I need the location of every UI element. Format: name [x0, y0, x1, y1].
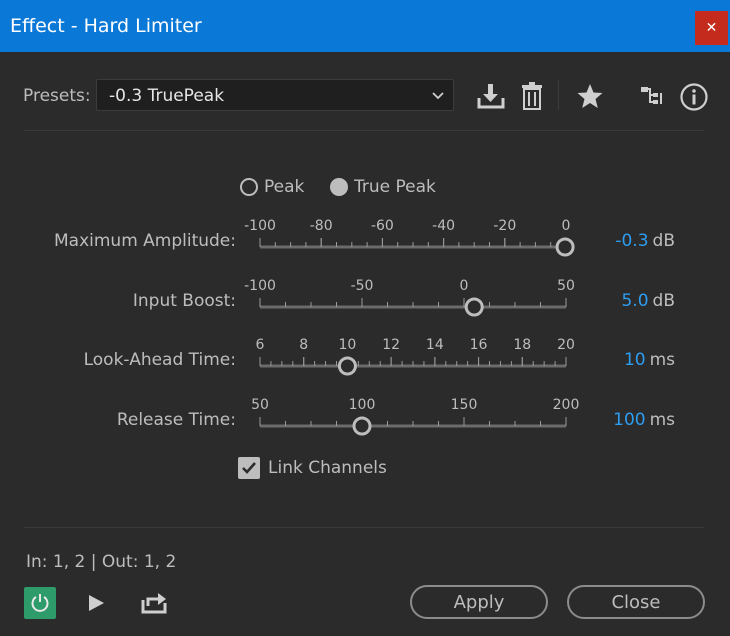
delete-preset-icon[interactable] [520, 81, 544, 111]
toolbar-divider [558, 80, 559, 110]
io-channels-text: In: 1, 2 | Out: 1, 2 [26, 552, 177, 572]
close-icon: ✕ [705, 20, 718, 36]
input-boost-slider[interactable]: -100 -50 0 50 [244, 278, 575, 338]
presets-label: Presets: [23, 86, 91, 106]
look-ahead-time-readout: 10 ms [535, 350, 675, 370]
footer-divider [24, 527, 704, 528]
preset-value: -0.3 TruePeak [109, 86, 225, 106]
info-icon[interactable] [679, 82, 709, 112]
maximum-amplitude-value[interactable]: -0.3 [615, 231, 648, 251]
slider-track-graphic [259, 416, 567, 436]
slider-track-graphic [259, 297, 567, 317]
look-ahead-time-value[interactable]: 10 [624, 350, 646, 370]
peak-label: Peak [264, 177, 305, 197]
header-divider [24, 130, 704, 131]
input-boost-value[interactable]: 5.0 [621, 291, 648, 311]
close-button[interactable]: Close [567, 585, 705, 619]
maximum-amplitude-slider[interactable]: -100 -80 -60 -40 -20 0 [244, 218, 575, 278]
slider-thumb[interactable] [337, 356, 357, 376]
checkbox-checked-icon [238, 457, 260, 479]
look-ahead-time-label: Look-Ahead Time: [83, 350, 236, 370]
release-time-value[interactable]: 100 [613, 410, 645, 430]
link-channels-label: Link Channels [268, 458, 387, 478]
window-close-button[interactable]: ✕ [695, 11, 728, 45]
chevron-down-icon [432, 92, 444, 100]
look-ahead-time-slider[interactable]: 6 8 10 12 14 16 18 20 [256, 337, 575, 397]
input-boost-readout: 5.0 dB [535, 291, 675, 311]
input-boost-unit: dB [652, 291, 675, 311]
radio-unselected-icon [240, 178, 258, 196]
peak-radio[interactable]: Peak [240, 177, 304, 197]
radio-selected-icon [330, 178, 348, 196]
presets-dropdown[interactable]: -0.3 TruePeak [96, 79, 454, 111]
apply-button[interactable]: Apply [410, 585, 548, 619]
favorite-star-icon[interactable] [576, 83, 604, 109]
slider-thumb[interactable] [352, 416, 372, 436]
routing-icon[interactable] [640, 84, 664, 108]
release-time-readout: 100 ms [535, 410, 675, 430]
loop-export-icon[interactable] [141, 591, 168, 615]
play-icon[interactable] [87, 594, 105, 612]
true-peak-radio[interactable]: True Peak [330, 177, 436, 197]
save-preset-icon[interactable] [476, 82, 506, 110]
maximum-amplitude-readout: -0.3 dB [535, 231, 675, 251]
release-time-unit: ms [649, 410, 675, 430]
slider-track-graphic [259, 237, 575, 257]
look-ahead-time-unit: ms [649, 350, 675, 370]
title-bar: Effect - Hard Limiter ✕ [0, 0, 730, 52]
maximum-amplitude-label: Maximum Amplitude: [53, 231, 236, 251]
maximum-amplitude-unit: dB [652, 231, 675, 251]
release-time-slider[interactable]: 50 100 150 200 [251, 397, 579, 457]
slider-track-graphic [259, 356, 567, 376]
release-time-label: Release Time: [116, 410, 236, 430]
true-peak-label: True Peak [354, 177, 436, 197]
window-title: Effect - Hard Limiter [10, 15, 202, 37]
power-icon [31, 594, 49, 612]
slider-thumb[interactable] [464, 297, 484, 317]
power-toggle-button[interactable] [24, 587, 56, 619]
input-boost-label: Input Boost: [132, 291, 236, 311]
link-channels-checkbox[interactable]: Link Channels [238, 457, 387, 479]
